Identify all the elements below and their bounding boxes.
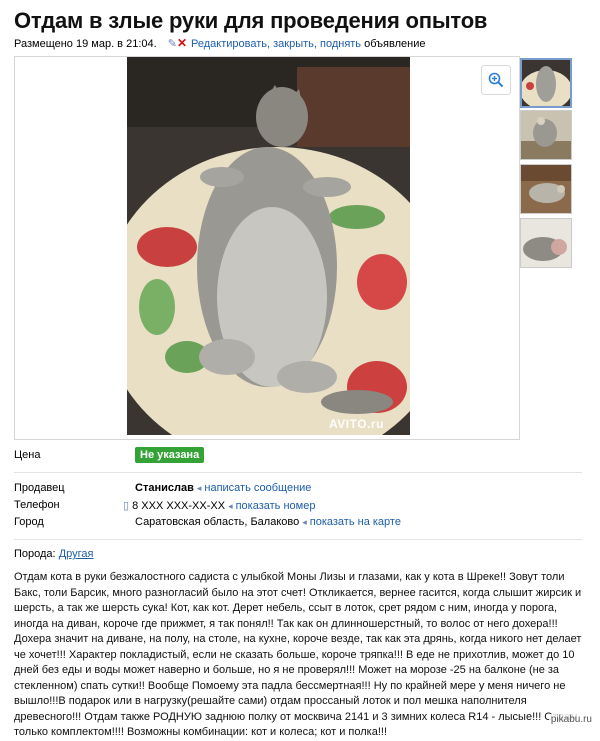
pencil-icon[interactable]: ✎ bbox=[168, 38, 177, 50]
city-value: Саратовская область, Балаково bbox=[135, 516, 300, 528]
arrow-icon: ◂ bbox=[228, 501, 233, 511]
zoom-button[interactable] bbox=[481, 65, 511, 95]
write-message-link[interactable]: написать сообщение bbox=[204, 482, 311, 494]
divider bbox=[14, 539, 582, 540]
photo-viewer: AVITO.ru bbox=[14, 56, 520, 440]
pikabu-watermark: pikabu.ru bbox=[548, 714, 594, 725]
close-icon[interactable]: ✕ bbox=[177, 36, 187, 50]
ad-description: Отдам кота в руки безжалостного садиста … bbox=[14, 571, 582, 738]
arrow-icon: ◂ bbox=[302, 517, 307, 527]
show-map-link[interactable]: показать на карте bbox=[310, 516, 401, 528]
main-photo[interactable]: AVITO.ru bbox=[127, 57, 410, 435]
thumbnail-4[interactable] bbox=[520, 218, 572, 268]
zoom-in-icon bbox=[488, 72, 504, 88]
avito-watermark: AVITO.ru bbox=[329, 417, 384, 431]
seller-label: Продавец bbox=[14, 482, 65, 494]
show-phone-link[interactable]: показать номер bbox=[236, 500, 316, 512]
divider bbox=[14, 472, 582, 473]
breed-link[interactable]: Другая bbox=[59, 548, 94, 560]
city-label: Город bbox=[14, 516, 44, 528]
edit-ad-link[interactable]: Редактировать, закрыть, поднять bbox=[191, 38, 361, 50]
thumbnail-2[interactable] bbox=[520, 110, 572, 160]
price-label: Цена bbox=[14, 449, 41, 461]
edit-suffix: объявление bbox=[364, 38, 426, 50]
thumbnail-3[interactable] bbox=[520, 164, 572, 214]
phone-number: 8 XXX XXX-XX-XX bbox=[132, 500, 226, 512]
phone-label: Телефон bbox=[14, 499, 60, 511]
thumbnail-1[interactable] bbox=[520, 58, 572, 108]
posted-date: Размещено 19 мар. в 21:04. bbox=[14, 38, 157, 50]
posted-info: Размещено 19 мар. в 21:04. ✎✕ Редактирова… bbox=[14, 36, 425, 50]
breed-row: Порода: Другая bbox=[14, 548, 93, 560]
cat-photo bbox=[127, 57, 410, 435]
price-badge: Не указана bbox=[135, 447, 205, 463]
phone-icon: ▯ bbox=[123, 500, 130, 512]
seller-name: Станислав bbox=[135, 482, 194, 494]
breed-label: Порода: bbox=[14, 548, 56, 560]
arrow-icon: ◂ bbox=[196, 483, 202, 493]
page-title: Отдам в злые руки для проведения опытов bbox=[14, 8, 488, 33]
